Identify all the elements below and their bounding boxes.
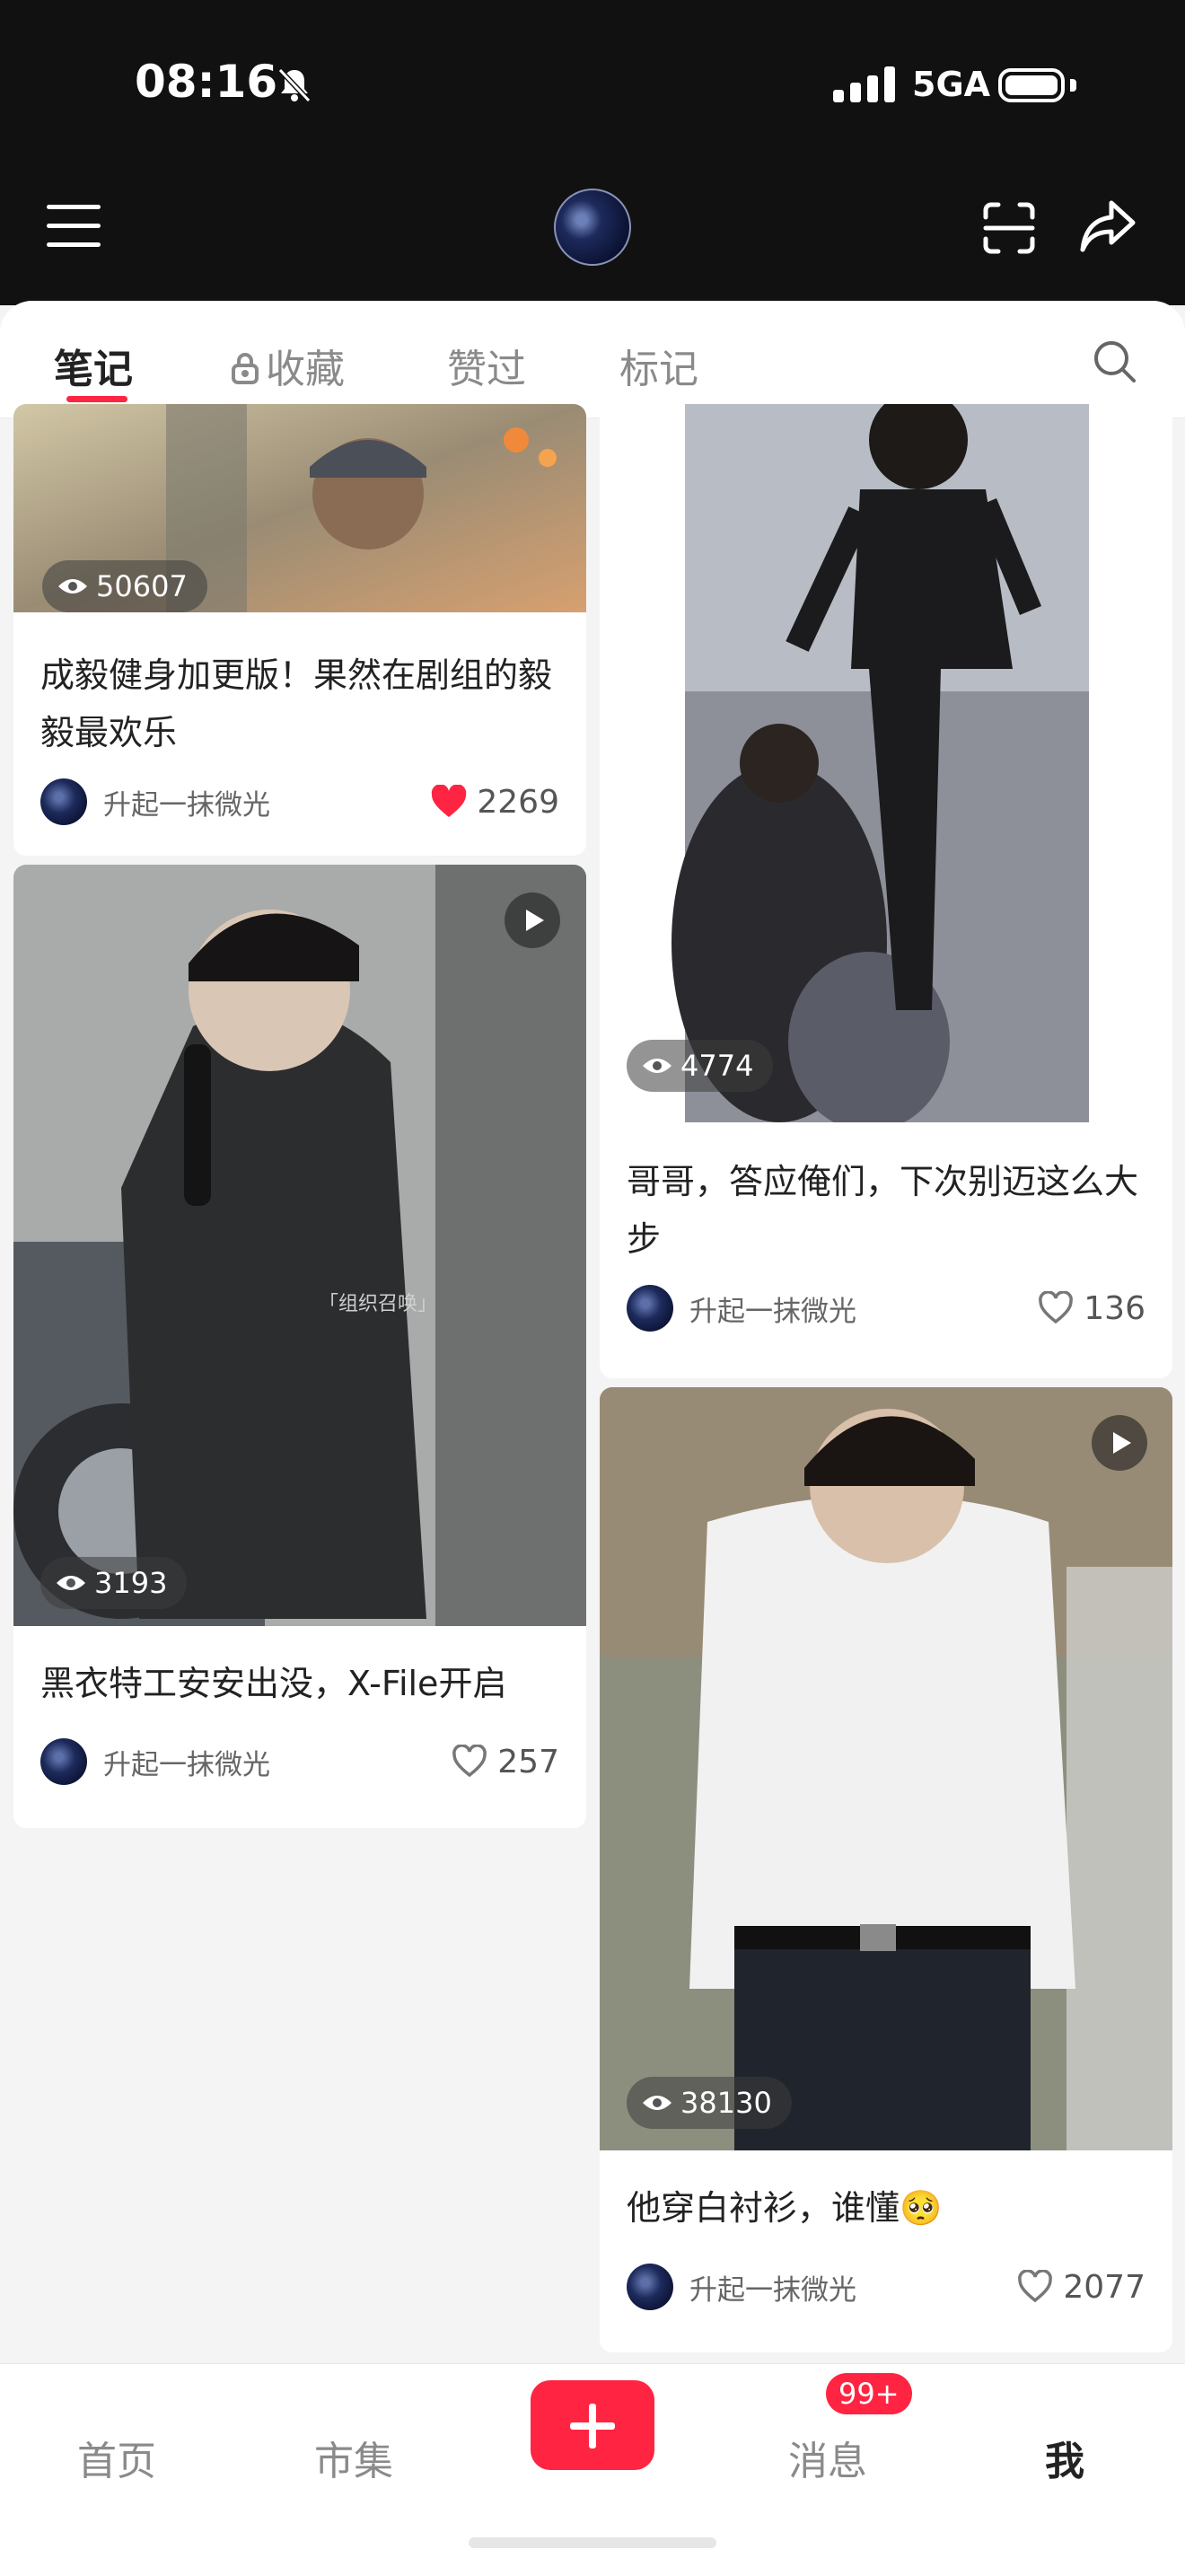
view-count-value: 50607 — [96, 569, 188, 603]
video-overlay-text: 「组织召唤」 — [319, 1293, 437, 1315]
author-name: 升起一抹微光 — [103, 788, 270, 822]
note-title: 成毅健身加更版！果然在剧组的毅毅最欢乐 — [40, 655, 553, 752]
eye-icon — [57, 1576, 85, 1590]
note-cover-image: 「组织召唤」 — [13, 865, 586, 1626]
note-author-row: 升起一抹微光 2269 — [40, 778, 559, 826]
tab-marked[interactable]: 标记 — [619, 337, 698, 394]
cellular-signal-icon — [833, 66, 895, 102]
tab-collections-label: 收藏 — [266, 347, 345, 392]
silent-bell-icon — [275, 65, 314, 108]
like-count: 2077 — [1063, 2268, 1146, 2306]
note-author-row: 升起一抹微光 136 — [627, 1284, 1146, 1332]
profile-tabs: 笔记 收藏 赞过 标记 — [0, 301, 1185, 418]
author-name: 升起一抹微光 — [689, 1295, 856, 1328]
active-tab-indicator — [66, 396, 127, 402]
note-card[interactable]: 38130 他穿白衬衫，谁懂🥺 升起一抹微光 2077 — [600, 1387, 1172, 2352]
tab-collections[interactable]: 收藏 — [230, 337, 345, 395]
author-avatar — [40, 1738, 87, 1785]
nav-market[interactable]: 市集 — [314, 2429, 393, 2486]
search-icon[interactable] — [1092, 338, 1138, 389]
author-name: 升起一抹微光 — [689, 2273, 856, 2307]
note-cover-image — [600, 1387, 1172, 2150]
play-icon — [1092, 1415, 1147, 1471]
eye-icon — [643, 1059, 672, 1073]
like-count: 257 — [497, 1743, 559, 1780]
home-indicator — [469, 2537, 716, 2548]
like-count: 136 — [1084, 1289, 1146, 1327]
view-count: 4774 — [627, 1040, 774, 1092]
battery-icon — [998, 68, 1065, 102]
nav-me[interactable]: 我 — [1045, 2429, 1084, 2486]
note-title: 哥哥，答应俺们，下次别迈这么大步 — [627, 1162, 1139, 1259]
nav-home[interactable]: 首页 — [77, 2429, 156, 2486]
menu-icon[interactable] — [47, 205, 101, 248]
view-count-value: 38130 — [680, 2086, 772, 2120]
nav-messages[interactable]: 消息 — [788, 2429, 867, 2486]
create-post-button[interactable] — [531, 2380, 654, 2470]
like-button[interactable]: 2077 — [1016, 2269, 1146, 2306]
note-card[interactable]: 4774 哥哥，答应俺们，下次别迈这么大步 升起一抹微光 136 — [600, 404, 1172, 1378]
view-count: 50607 — [42, 560, 207, 612]
view-count-value: 3193 — [94, 1566, 168, 1600]
heart-filled-icon — [432, 785, 467, 817]
eye-icon — [58, 579, 87, 593]
view-count-value: 4774 — [680, 1049, 754, 1083]
author-avatar — [627, 1285, 673, 1332]
author-avatar — [40, 778, 87, 825]
note-card[interactable]: 50607 成毅健身加更版！果然在剧组的毅毅最欢乐 升起一抹微光 2269 — [13, 404, 586, 856]
note-author-row: 升起一抹微光 2077 — [627, 2263, 1146, 2311]
author-avatar — [627, 2264, 673, 2310]
like-button[interactable]: 257 — [451, 1744, 559, 1780]
top-bar: 08:16 5GA — [0, 0, 1185, 305]
note-title: 黑衣特工安安出没，X-File开启 — [40, 1664, 507, 1703]
play-icon — [505, 892, 560, 948]
note-author-row: 升起一抹微光 257 — [40, 1737, 559, 1786]
network-type: 5GA — [912, 65, 991, 104]
eye-icon — [643, 2096, 672, 2110]
profile-avatar[interactable] — [554, 189, 631, 266]
scan-icon[interactable] — [980, 199, 1038, 260]
note-cover-image — [600, 404, 1172, 1122]
share-icon[interactable] — [1077, 196, 1138, 260]
content-panel: 笔记 收藏 赞过 标记 50607 成毅健身加更版！果然在剧组的毅毅最欢乐 升起… — [0, 301, 1185, 2366]
view-count: 38130 — [627, 2077, 792, 2129]
heart-outline-icon — [1018, 2270, 1053, 2303]
author-name: 升起一抹微光 — [103, 1748, 270, 1781]
tab-liked[interactable]: 赞过 — [447, 337, 526, 394]
heart-outline-icon — [452, 1745, 487, 1778]
note-title: 他穿白衬衫，谁懂🥺 — [627, 2188, 943, 2228]
note-card[interactable]: 「组织召唤」 3193 黑衣特工安安出没，X-File开启 升起一抹微光 257 — [13, 865, 586, 1828]
battery-tip — [1070, 79, 1076, 92]
tab-notes[interactable]: 笔记 — [54, 337, 133, 394]
view-count: 3193 — [40, 1557, 188, 1609]
like-button[interactable]: 136 — [1037, 1290, 1146, 1327]
like-button[interactable]: 2269 — [430, 784, 559, 821]
like-count: 2269 — [477, 783, 559, 821]
lock-icon — [230, 349, 260, 395]
message-badge: 99+ — [826, 2373, 912, 2414]
status-time: 08:16 — [135, 56, 278, 108]
heart-outline-icon — [1039, 1291, 1074, 1324]
